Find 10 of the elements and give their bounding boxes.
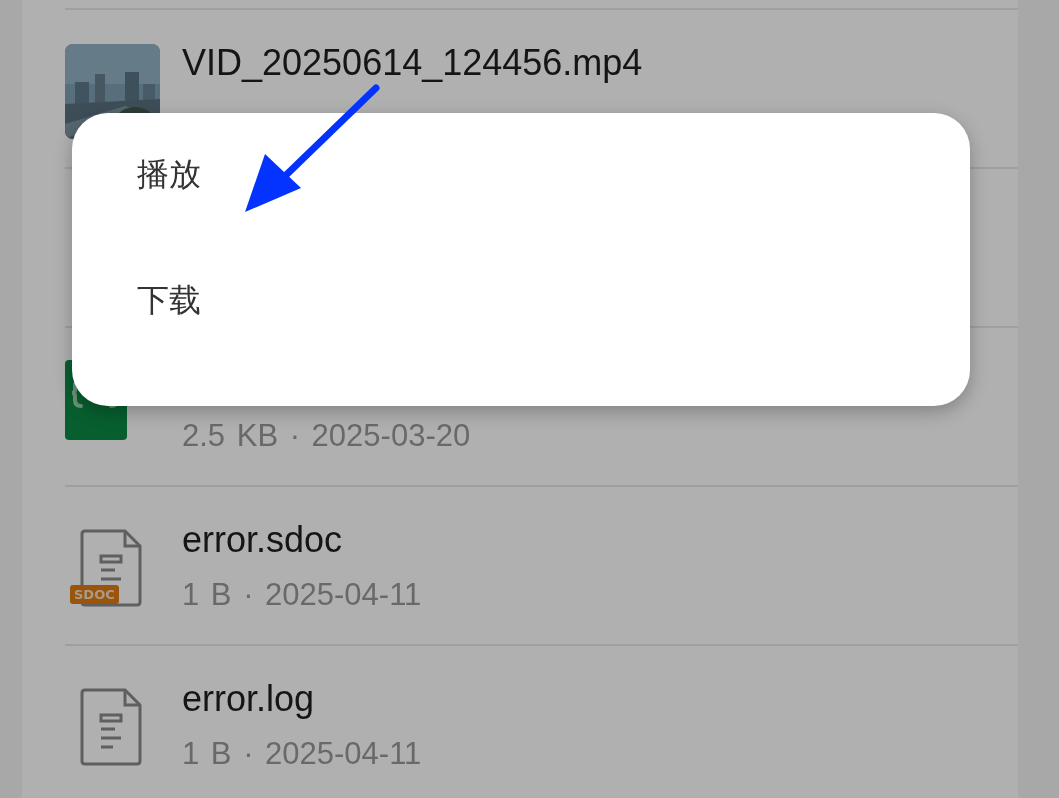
file-name: error.sdoc <box>182 519 344 561</box>
document-icon <box>79 687 143 767</box>
file-name: VID_20250614_124456.mp4 <box>182 42 643 84</box>
file-type-badge: SDOC <box>70 585 119 604</box>
file-info: 1 B · 2025-04-11 <box>182 735 422 773</box>
file-name: error.log <box>182 678 316 720</box>
file-info: 2.5 KB · 2025-03-20 <box>182 417 471 455</box>
menu-item[interactable]: 下载 <box>137 275 201 401</box>
menu-item[interactable]: 播放 <box>137 149 201 275</box>
file-info: 1 B · 2025-04-11 <box>182 576 422 614</box>
